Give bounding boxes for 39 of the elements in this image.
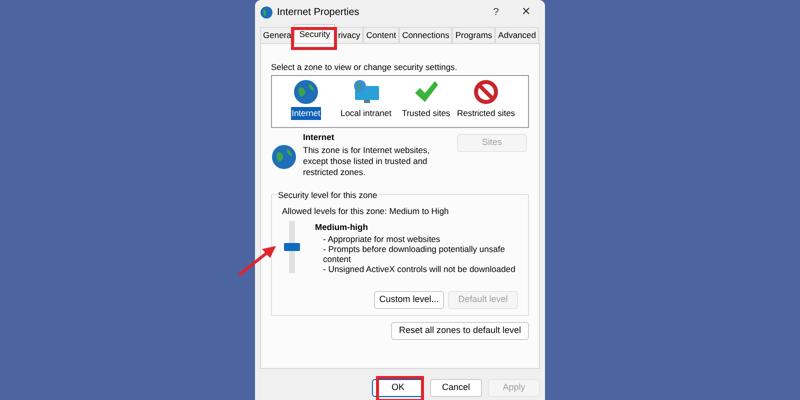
tab[interactable]: rivacy <box>335 27 364 43</box>
checkmark-icon <box>413 78 439 105</box>
zone-label: Local intranet <box>339 106 393 120</box>
globe-icon <box>293 78 319 105</box>
tab[interactable]: Content <box>363 27 400 43</box>
zone-item[interactable]: Trusted sites <box>397 78 455 127</box>
no-entry-icon <box>473 78 499 105</box>
close-button[interactable]: ✕ <box>512 4 540 21</box>
group-legend: Security level for this zone <box>277 188 378 202</box>
zone-title: Internet <box>303 130 336 144</box>
zone-label: Restricted sites <box>456 106 516 120</box>
globe-icon <box>260 6 273 19</box>
level-description: - Appropriate for most websites <box>322 234 442 244</box>
highlight-frame <box>291 27 337 50</box>
level-button[interactable]: Custom level... <box>374 290 444 308</box>
dialog-button[interactable]: Cancel <box>430 379 482 397</box>
level-description: - Prompts before downloading potentially unsafe content <box>322 244 506 264</box>
tab[interactable]: Programs <box>452 27 496 43</box>
zone-description: This zone is for Internet websites, except those listed in trusted and restricted zones. <box>303 144 431 178</box>
allowed-levels: Allowed levels for this zone: Medium to High <box>282 204 450 218</box>
zone-item[interactable]: Restricted sites <box>457 78 515 127</box>
help-button[interactable]: ? <box>484 5 508 20</box>
zone-label: Internet <box>290 106 322 120</box>
window-title: Internet Properties <box>277 6 360 20</box>
zone-item[interactable]: Internet <box>277 78 335 127</box>
highlight-frame <box>376 376 424 400</box>
zone-label: Trusted sites <box>400 106 452 120</box>
zone-item[interactable]: Local intranet <box>337 78 395 127</box>
slider-thumb[interactable] <box>284 243 300 252</box>
monitor-globe-icon <box>352 78 380 105</box>
globe-icon <box>271 144 297 170</box>
slider-track[interactable] <box>284 221 300 274</box>
zone-prompt: Select a zone to view or change security settings. <box>271 61 458 74</box>
level-name: Medium-high <box>315 221 369 234</box>
arrow-drawing <box>236 244 278 278</box>
level-description: - Unsigned ActiveX controls will not be downloaded <box>322 264 516 274</box>
tab[interactable]: Advanced <box>495 27 539 43</box>
tab[interactable]: Connections <box>399 27 452 43</box>
reset-button[interactable]: Reset all zones to default level <box>391 322 529 340</box>
